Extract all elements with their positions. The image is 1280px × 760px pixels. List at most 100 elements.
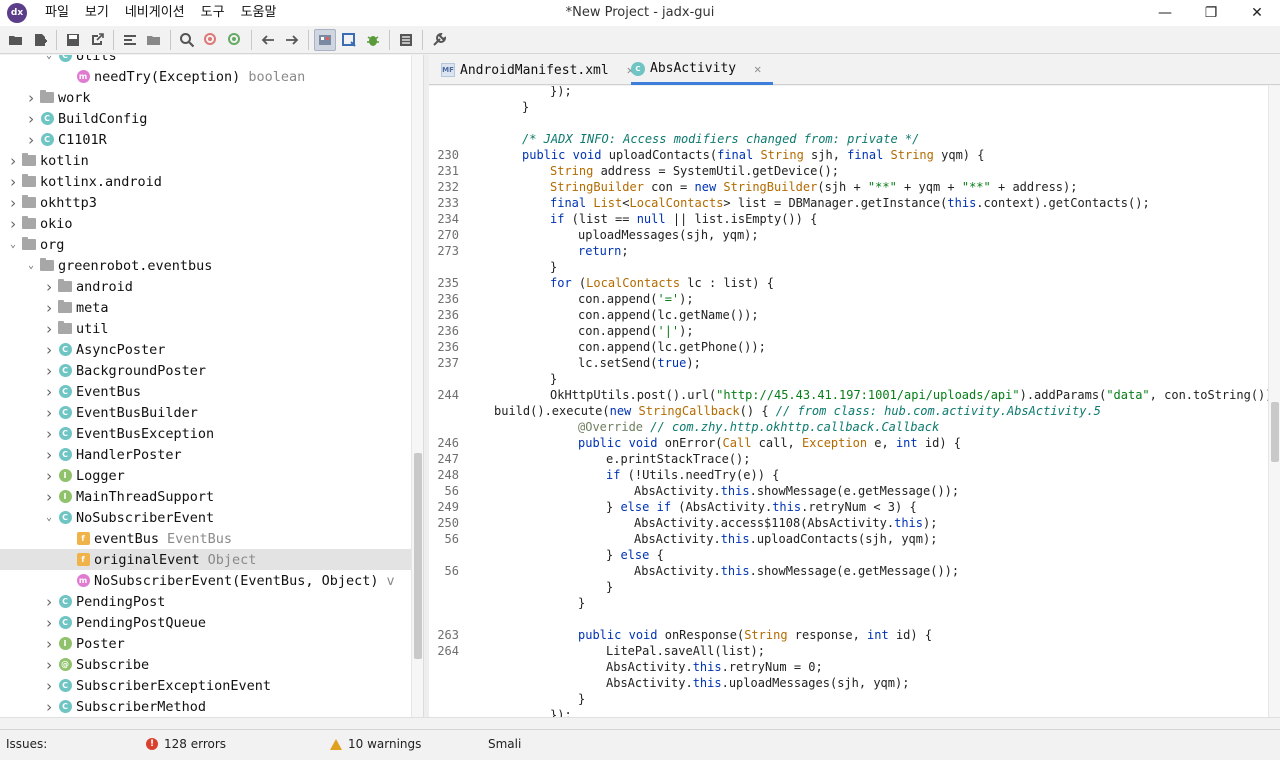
tree-node[interactable]: ⌄ C Utils bbox=[0, 55, 411, 66]
tree-node[interactable]: f eventBus EventBus bbox=[0, 528, 411, 549]
chevron-down-icon[interactable]: ⌄ bbox=[42, 511, 56, 525]
tree-node[interactable]: › C HandlerPoster bbox=[0, 444, 411, 465]
tree-node-label: EventBusBuilder bbox=[76, 404, 198, 421]
tree-node[interactable]: › C SubscriberExceptionEvent bbox=[0, 675, 411, 696]
chevron-right-icon[interactable]: › bbox=[24, 131, 38, 149]
view-mode[interactable]: Smali bbox=[488, 730, 521, 758]
back-icon[interactable] bbox=[257, 29, 279, 51]
tree-node[interactable]: m needTry(Exception) boolean bbox=[0, 66, 411, 87]
chevron-right-icon[interactable]: › bbox=[42, 635, 56, 653]
tree-node[interactable]: ⌄ greenrobot.eventbus bbox=[0, 255, 411, 276]
chevron-right-icon[interactable]: › bbox=[42, 593, 56, 611]
project-tree[interactable]: ⌄ C Utils m needTry(Exception) boolean › work › C… bbox=[0, 55, 411, 717]
tree-scrollbar-thumb[interactable] bbox=[414, 453, 422, 659]
tree-node[interactable]: m NoSubscriberEvent(EventBus, Object) v bbox=[0, 570, 411, 591]
code-line: 231 String address = SystemUtil.getDevice… bbox=[429, 163, 839, 179]
chevron-right-icon[interactable]: › bbox=[42, 698, 56, 716]
tree-node[interactable]: › okhttp3 bbox=[0, 192, 411, 213]
code-line: 236 con.append(lc.getPhone()); bbox=[429, 339, 766, 355]
tree-node[interactable]: f originalEvent Object bbox=[0, 549, 411, 570]
chevron-right-icon[interactable]: › bbox=[42, 320, 56, 338]
chevron-right-icon[interactable]: › bbox=[42, 614, 56, 632]
tree-node[interactable]: ⌄ org bbox=[0, 234, 411, 255]
open-folder-icon[interactable] bbox=[5, 29, 27, 51]
chevron-right-icon[interactable]: › bbox=[42, 404, 56, 422]
tree-node[interactable]: › util bbox=[0, 318, 411, 339]
preferences-icon[interactable] bbox=[428, 29, 450, 51]
chevron-right-icon[interactable]: › bbox=[6, 173, 20, 191]
chevron-right-icon[interactable]: › bbox=[42, 362, 56, 380]
menu-item-1[interactable]: 보기 bbox=[77, 0, 117, 26]
tree-node[interactable]: › C BuildConfig bbox=[0, 108, 411, 129]
chevron-right-icon[interactable]: › bbox=[42, 467, 56, 485]
chevron-right-icon[interactable]: › bbox=[42, 299, 56, 317]
forward-icon[interactable] bbox=[281, 29, 303, 51]
chevron-right-icon[interactable]: › bbox=[42, 341, 56, 359]
export-icon[interactable] bbox=[86, 29, 108, 51]
chevron-down-icon[interactable]: ⌄ bbox=[6, 238, 20, 252]
chevron-right-icon[interactable]: › bbox=[42, 425, 56, 443]
chevron-right-icon[interactable]: › bbox=[6, 215, 20, 233]
horizontal-scrollbar[interactable] bbox=[0, 717, 1280, 729]
close-button[interactable]: ✕ bbox=[1234, 0, 1280, 26]
chevron-down-icon[interactable]: ⌄ bbox=[24, 259, 38, 273]
tree-node[interactable]: › C PendingPost bbox=[0, 591, 411, 612]
chevron-right-icon[interactable]: › bbox=[42, 446, 56, 464]
errors-status[interactable]: ! 128 errors bbox=[146, 730, 226, 758]
decompile-all-icon[interactable] bbox=[314, 28, 336, 51]
tree-node[interactable]: › C EventBus bbox=[0, 381, 411, 402]
tree-node[interactable]: › C EventBusException bbox=[0, 423, 411, 444]
menu-item-0[interactable]: 파일 bbox=[37, 0, 77, 26]
search-icon[interactable] bbox=[176, 29, 198, 51]
quark-icon[interactable] bbox=[338, 29, 360, 51]
chevron-right-icon[interactable]: › bbox=[42, 677, 56, 695]
chevron-right-icon[interactable]: › bbox=[6, 152, 20, 170]
tree-node[interactable]: › C BackgroundPoster bbox=[0, 360, 411, 381]
menu-item-3[interactable]: 도구 bbox=[193, 0, 233, 26]
tree-node[interactable]: › android bbox=[0, 276, 411, 297]
chevron-right-icon[interactable]: › bbox=[42, 656, 56, 674]
chevron-right-icon[interactable]: › bbox=[6, 194, 20, 212]
chevron-right-icon[interactable]: › bbox=[42, 488, 56, 506]
log-icon[interactable] bbox=[395, 29, 417, 51]
chevron-right-icon[interactable]: › bbox=[24, 89, 38, 107]
code-editor[interactable]: });} /* JADX INFO: Access modifiers chang… bbox=[429, 86, 1268, 717]
menu-item-4[interactable]: 도움말 bbox=[233, 0, 285, 26]
tree-node[interactable]: › I MainThreadSupport bbox=[0, 486, 411, 507]
tree-node[interactable]: › C EventBusBuilder bbox=[0, 402, 411, 423]
tree-node[interactable]: › I Logger bbox=[0, 465, 411, 486]
tree-node[interactable]: ⌄ C NoSubscriberEvent bbox=[0, 507, 411, 528]
tree-node[interactable]: › work bbox=[0, 87, 411, 108]
tree-node[interactable]: › meta bbox=[0, 297, 411, 318]
find-usage-icon[interactable] bbox=[200, 29, 222, 51]
sync-icon[interactable] bbox=[119, 29, 141, 51]
tree-node[interactable]: › kotlin bbox=[0, 150, 411, 171]
tree-node[interactable]: › C SubscriberMethod bbox=[0, 696, 411, 717]
tree-node[interactable]: › kotlinx.android bbox=[0, 171, 411, 192]
menu-item-2[interactable]: 네비게이션 bbox=[117, 0, 193, 26]
tree-node[interactable]: › @ Subscribe bbox=[0, 654, 411, 675]
chevron-right-icon[interactable]: › bbox=[42, 278, 56, 296]
tree-node[interactable]: › C PendingPostQueue bbox=[0, 612, 411, 633]
chevron-right-icon[interactable]: › bbox=[42, 383, 56, 401]
close-tab-icon[interactable]: ✕ bbox=[754, 62, 761, 76]
tree-node[interactable]: › I Poster bbox=[0, 633, 411, 654]
chevron-right-icon[interactable]: › bbox=[24, 110, 38, 128]
editor-tab[interactable]: MFAndroidManifest.xml✕ bbox=[441, 55, 646, 85]
warnings-status[interactable]: 10 warnings bbox=[330, 730, 421, 758]
code-scrollbar-thumb[interactable] bbox=[1271, 402, 1279, 462]
chevron-down-icon[interactable]: ⌄ bbox=[42, 55, 56, 63]
save-icon[interactable] bbox=[62, 29, 84, 51]
tree-node[interactable]: › C AsyncPoster bbox=[0, 339, 411, 360]
code-scrollbar[interactable] bbox=[1268, 86, 1280, 717]
tree-scrollbar[interactable] bbox=[411, 55, 423, 717]
minimize-button[interactable]: — bbox=[1142, 0, 1188, 26]
debug-icon[interactable] bbox=[362, 29, 384, 51]
tree-node[interactable]: › C C1101R bbox=[0, 129, 411, 150]
tree-node[interactable]: › okio bbox=[0, 213, 411, 234]
maximize-button[interactable]: ❐ bbox=[1188, 0, 1234, 26]
search-text-icon[interactable] bbox=[224, 29, 246, 51]
add-files-icon[interactable] bbox=[29, 29, 51, 51]
editor-tab[interactable]: C AbsActivity ✕ bbox=[631, 55, 774, 85]
flatten-packages-icon[interactable] bbox=[143, 29, 165, 51]
